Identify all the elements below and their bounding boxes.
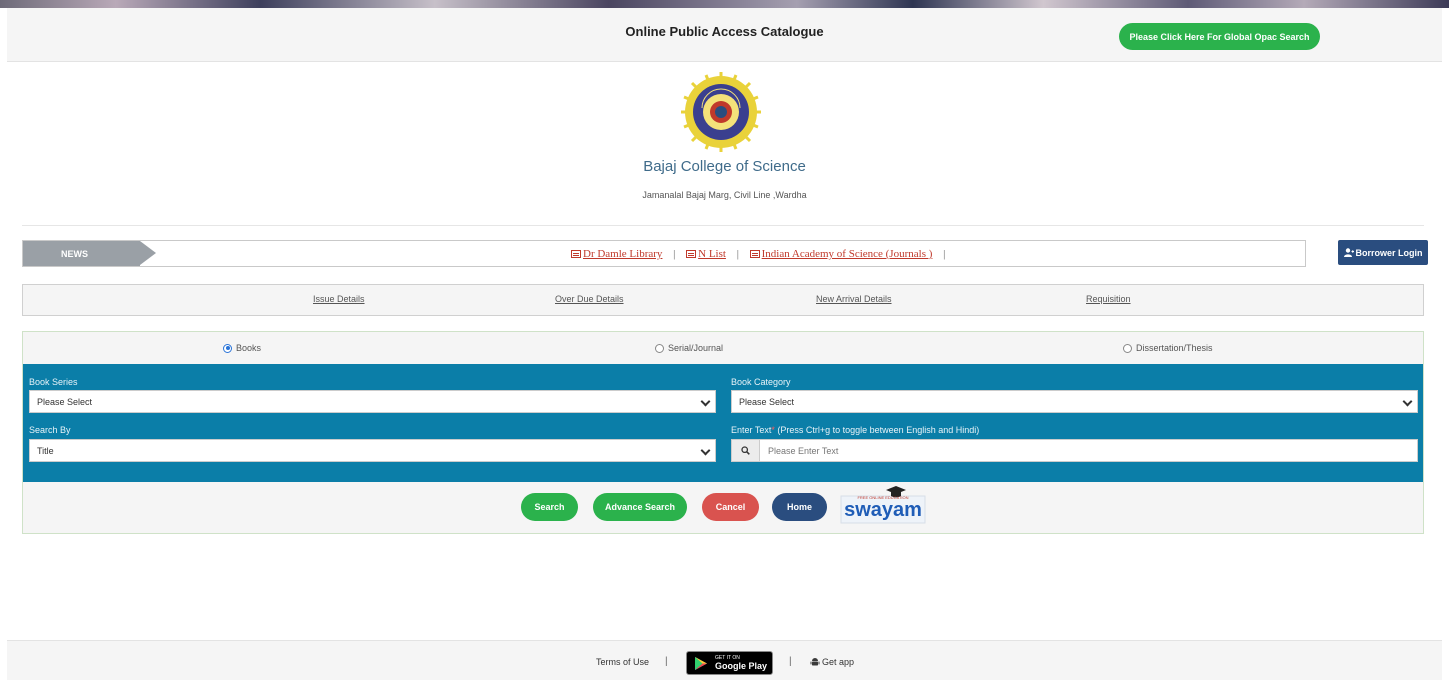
- search-icon: [732, 440, 760, 461]
- book-series-label: Book Series: [29, 377, 78, 387]
- radio-serial-journal-label: Serial/Journal: [668, 343, 724, 353]
- book-series-select[interactable]: Please Select: [29, 390, 716, 413]
- android-icon: [810, 658, 820, 666]
- swayam-text: swayam: [844, 499, 922, 521]
- search-by-select[interactable]: Title: [29, 439, 716, 462]
- user-icon: [1343, 248, 1354, 257]
- news-separator: |: [736, 248, 739, 260]
- search-by-label: Search By: [29, 425, 71, 435]
- swayam-logo[interactable]: swayam FREE ONLINE EDUCATION: [838, 484, 928, 526]
- requisition-link[interactable]: Requisition: [1086, 294, 1131, 304]
- cancel-button[interactable]: Cancel: [702, 493, 759, 521]
- footer: Terms of Use | GET IT ON Google Play | G…: [7, 640, 1442, 680]
- college-address: Jamanalal Bajaj Marg, Civil Line ,Wardha: [642, 190, 807, 200]
- new-arrival-details-link[interactable]: New Arrival Details: [816, 294, 892, 304]
- news-tag-arrow: [140, 241, 156, 265]
- radio-selected-icon: [223, 343, 232, 353]
- news-link-indian-academy[interactable]: Indian Academy of Science (Journals ): [762, 248, 933, 260]
- borrower-login-label: Borrower Login: [1355, 247, 1423, 258]
- divider: [22, 225, 1424, 226]
- college-logo: [681, 72, 761, 152]
- header-bar: Online Public Access Catalogue Please Cl…: [7, 8, 1442, 62]
- chevron-down-icon: [700, 396, 711, 407]
- news-tag: NEWS: [23, 241, 140, 266]
- search-text-field: [731, 439, 1418, 462]
- footer-separator: |: [665, 656, 668, 667]
- over-due-details-link[interactable]: Over Due Details: [555, 294, 624, 304]
- radio-dissertation-thesis[interactable]: Dissertation/Thesis: [1123, 343, 1213, 353]
- radio-dissertation-thesis-label: Dissertation/Thesis: [1136, 343, 1213, 353]
- swayam-caption: FREE ONLINE EDUCATION: [857, 495, 908, 500]
- footer-separator: |: [789, 656, 792, 667]
- news-separator: |: [943, 248, 946, 260]
- book-category-label: Book Category: [731, 377, 791, 387]
- get-app-label: Get app: [822, 657, 855, 667]
- search-button[interactable]: Search: [521, 493, 578, 521]
- borrower-login-button[interactable]: Borrower Login: [1338, 240, 1428, 265]
- get-app-link[interactable]: Get app: [810, 657, 854, 667]
- search-form: Book Series Please Select Book Category …: [23, 364, 1423, 482]
- home-button[interactable]: Home: [772, 493, 827, 521]
- news-links: Dr Damle Library | N List | Indian Acade…: [571, 248, 953, 260]
- radio-unselected-icon: [655, 343, 664, 353]
- search-input[interactable]: [760, 445, 1360, 456]
- book-series-value: Please Select: [37, 396, 93, 407]
- radio-books[interactable]: Books: [223, 343, 261, 353]
- quick-links-bar: Issue Details Over Due Details New Arriv…: [22, 284, 1424, 316]
- news-link-n-list[interactable]: N List: [698, 248, 726, 260]
- document-icon: [686, 250, 697, 259]
- radio-books-label: Books: [236, 343, 262, 353]
- radio-serial-journal[interactable]: Serial/Journal: [655, 343, 723, 353]
- document-icon: [571, 250, 581, 259]
- news-link-dr-damle-library[interactable]: Dr Damle Library: [583, 248, 662, 260]
- enter-text-hint: (Press Ctrl+g to toggle between English …: [774, 425, 980, 435]
- issue-details-link[interactable]: Issue Details: [313, 294, 365, 304]
- material-type-selector: Books Serial/Journal Dissertation/Thesis: [23, 332, 1423, 364]
- top-banner-strip: [0, 0, 1449, 8]
- book-category-select[interactable]: Please Select: [731, 390, 1418, 413]
- global-opac-search-button[interactable]: Please Click Here For Global Opac Search: [1119, 23, 1320, 50]
- chevron-down-icon: [700, 445, 711, 456]
- book-category-value: Please Select: [739, 396, 795, 407]
- enter-text-label-text: Enter Text: [731, 425, 772, 435]
- google-play-icon: [695, 657, 707, 670]
- news-ticker: NEWS Dr Damle Library | N List | Indian …: [22, 240, 1306, 267]
- terms-of-use-link[interactable]: Terms of Use: [596, 657, 649, 667]
- document-icon: [749, 250, 760, 259]
- news-separator: |: [673, 248, 676, 260]
- search-by-value: Title: [37, 445, 54, 456]
- google-play-badge[interactable]: GET IT ON Google Play: [686, 651, 773, 675]
- enter-text-label: Enter Text* (Press Ctrl+g to toggle betw…: [731, 425, 979, 435]
- google-play-big-text: Google Play: [715, 661, 768, 671]
- advance-search-button[interactable]: Advance Search: [593, 493, 687, 521]
- radio-unselected-icon: [1123, 343, 1132, 353]
- chevron-down-icon: [1402, 396, 1413, 407]
- search-panel: Books Serial/Journal Dissertation/Thesis…: [22, 331, 1424, 534]
- college-name: Bajaj College of Science: [643, 158, 806, 175]
